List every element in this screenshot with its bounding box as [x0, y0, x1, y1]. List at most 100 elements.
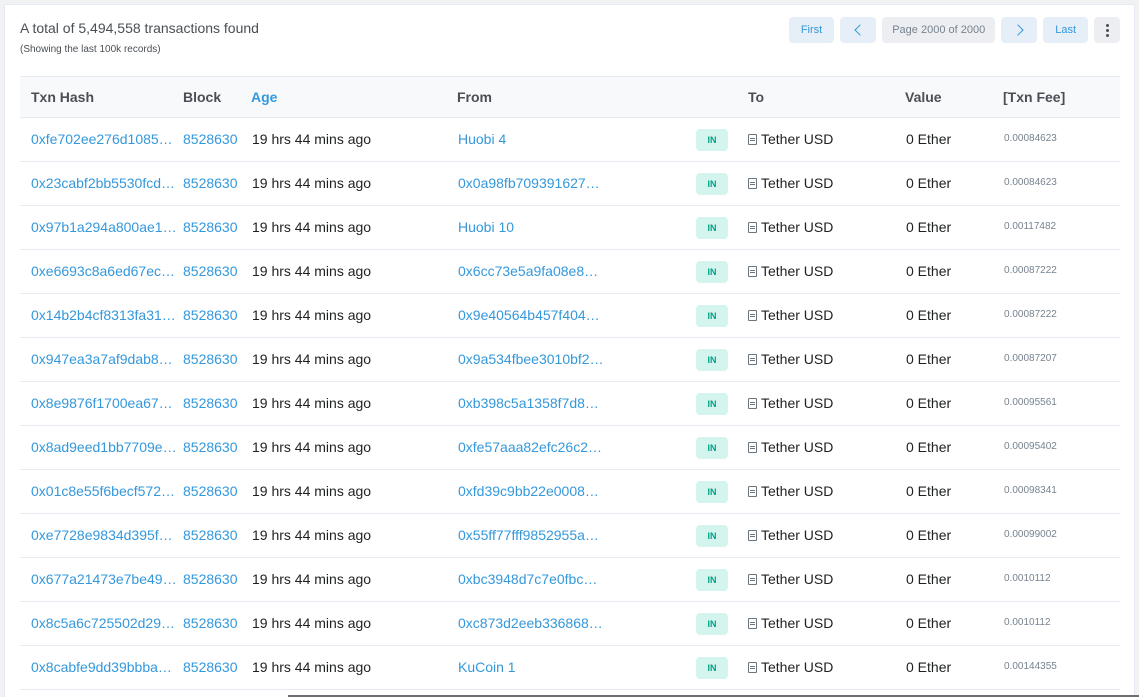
age-text: 19 hrs 44 mins ago	[252, 615, 372, 631]
block-link[interactable]: 8528630	[183, 162, 238, 204]
table-row: 0x8c5a6c725502d29… 8528630 19 hrs 44 mins …	[20, 602, 1120, 646]
from-address-link[interactable]: 0x55ff77fff9852955a…	[458, 514, 599, 556]
txn-fee-text: 0.00117482	[1004, 221, 1057, 232]
more-options-button[interactable]	[1094, 17, 1120, 43]
txn-hash-link[interactable]: 0x947ea3a7af9dab8…	[31, 338, 173, 380]
direction-badge: IN	[696, 525, 728, 547]
from-address-link[interactable]: 0x6cc73e5a9fa08e8…	[458, 250, 598, 292]
block-link[interactable]: 8528630	[183, 118, 238, 160]
block-link[interactable]: 8528630	[183, 646, 238, 688]
txn-hash-link[interactable]: 0x8c5a6c725502d29…	[31, 602, 175, 644]
txn-hash-link[interactable]: 0xe7728e9834d395f…	[31, 514, 173, 556]
block-link[interactable]: 8528630	[183, 250, 238, 292]
direction-badge: IN	[696, 261, 728, 283]
age-text: 19 hrs 44 mins ago	[252, 175, 372, 191]
txn-fee-text: 0.00095561	[1004, 397, 1057, 408]
block-link[interactable]: 8528630	[183, 382, 238, 424]
from-address-link[interactable]: 0x9a534fbee3010bf2…	[458, 338, 604, 380]
to-contract-link[interactable]: Tether USD	[761, 294, 833, 336]
from-address-link[interactable]: 0xbc3948d7c7e0fbc…	[458, 558, 597, 600]
to-contract-link[interactable]: Tether USD	[761, 206, 833, 248]
to-contract-link[interactable]: Tether USD	[761, 250, 833, 292]
age-text: 19 hrs 44 mins ago	[252, 131, 372, 147]
from-address-link[interactable]: Huobi 10	[458, 206, 514, 248]
block-link[interactable]: 8528630	[183, 470, 238, 512]
next-page-button[interactable]	[1001, 17, 1038, 43]
contract-file-icon	[748, 177, 757, 189]
to-contract-link[interactable]: Tether USD	[761, 558, 833, 600]
txn-hash-link[interactable]: 0x8cabfe9dd39bbba…	[31, 646, 172, 688]
header-value: Value	[905, 89, 942, 105]
txn-fee-text: 0.00099002	[1004, 529, 1057, 540]
header-txn-hash: Txn Hash	[31, 89, 95, 105]
table-row: 0x01c8e55f6becf572… 8528630 19 hrs 44 mins…	[20, 470, 1120, 514]
txn-hash-link[interactable]: 0x97b1a294a800ae1…	[31, 206, 177, 248]
block-link[interactable]: 8528630	[183, 558, 238, 600]
header-from: From	[457, 89, 492, 105]
table-row: 0x8ad9eed1bb7709e… 8528630 19 hrs 44 mins …	[20, 426, 1120, 470]
to-contract-link[interactable]: Tether USD	[761, 646, 833, 688]
direction-badge: IN	[696, 129, 728, 151]
block-link[interactable]: 8528630	[183, 426, 238, 468]
direction-badge: IN	[696, 613, 728, 635]
to-contract-link[interactable]: Tether USD	[761, 382, 833, 424]
to-contract: Tether USD	[748, 338, 833, 380]
txn-hash-link[interactable]: 0x677a21473e7be49…	[31, 558, 177, 600]
to-contract-link[interactable]: Tether USD	[761, 162, 833, 204]
txn-hash-link[interactable]: 0x01c8e55f6becf572…	[31, 470, 175, 512]
block-link[interactable]: 8528630	[183, 338, 238, 380]
txn-hash-link[interactable]: 0x8ad9eed1bb7709e…	[31, 426, 177, 468]
to-contract: Tether USD	[748, 162, 833, 204]
block-link[interactable]: 8528630	[183, 294, 238, 336]
to-contract-link[interactable]: Tether USD	[761, 118, 833, 160]
age-text: 19 hrs 44 mins ago	[252, 439, 372, 455]
from-address-link[interactable]: 0xfe57aaa82efc26c2…	[458, 426, 602, 468]
age-text: 19 hrs 44 mins ago	[252, 395, 372, 411]
value-text: 0 Ether	[906, 615, 952, 631]
contract-file-icon	[748, 133, 757, 145]
txn-hash-link[interactable]: 0x14b2b4cf8313fa31…	[31, 294, 176, 336]
to-contract-link[interactable]: Tether USD	[761, 426, 833, 468]
to-contract-link[interactable]: Tether USD	[761, 470, 833, 512]
value-text: 0 Ether	[906, 131, 952, 147]
to-contract-link[interactable]: Tether USD	[761, 602, 833, 644]
header-age-toggle[interactable]: Age	[251, 77, 277, 117]
age-text: 19 hrs 44 mins ago	[252, 307, 372, 323]
direction-badge: IN	[696, 173, 728, 195]
txn-hash-link[interactable]: 0xfe702ee276d1085…	[31, 118, 173, 160]
txn-fee-text: 0.00084623	[1004, 133, 1057, 144]
value-text: 0 Ether	[906, 659, 952, 675]
age-text: 19 hrs 44 mins ago	[252, 571, 372, 587]
table-row: 0x97b1a294a800ae1… 8528630 19 hrs 44 mins …	[20, 206, 1120, 250]
to-contract-link[interactable]: Tether USD	[761, 514, 833, 556]
value-text: 0 Ether	[906, 175, 952, 191]
txn-hash-link[interactable]: 0xe6693c8a6ed67ec…	[31, 250, 175, 292]
block-link[interactable]: 8528630	[183, 206, 238, 248]
from-address-link[interactable]: Huobi 4	[458, 118, 506, 160]
value-text: 0 Ether	[906, 307, 952, 323]
page-indicator: Page 2000 of 2000	[882, 17, 996, 43]
to-contract: Tether USD	[748, 206, 833, 248]
value-text: 0 Ether	[906, 571, 952, 587]
txn-hash-link[interactable]: 0x23cabf2bb5530fcd…	[31, 162, 175, 204]
from-address-link[interactable]: 0x9e40564b457f404…	[458, 294, 600, 336]
from-address-link[interactable]: KuCoin 1	[458, 646, 516, 688]
txn-fee-text: 0.0010112	[1004, 617, 1051, 628]
from-address-link[interactable]: 0xc873d2eeb336868…	[458, 602, 603, 644]
direction-badge: IN	[696, 657, 728, 679]
block-link[interactable]: 8528630	[183, 602, 238, 644]
block-link[interactable]: 8528630	[183, 514, 238, 556]
contract-file-icon	[748, 529, 757, 541]
first-page-button[interactable]: First	[788, 17, 835, 43]
table-row: 0xe7728e9834d395f… 8528630 19 hrs 44 mins …	[20, 514, 1120, 558]
to-contract-link[interactable]: Tether USD	[761, 338, 833, 380]
txn-hash-link[interactable]: 0x8e9876f1700ea67…	[31, 382, 173, 424]
from-address-link[interactable]: 0x0a98fb709391627…	[458, 162, 600, 204]
previous-page-button[interactable]	[840, 17, 877, 43]
direction-badge: IN	[696, 437, 728, 459]
age-text: 19 hrs 44 mins ago	[252, 527, 372, 543]
last-page-button[interactable]: Last	[1043, 17, 1088, 43]
from-address-link[interactable]: 0xb398c5a1358f7d8…	[458, 382, 599, 424]
txn-fee-text: 0.00098341	[1004, 485, 1057, 496]
from-address-link[interactable]: 0xfd39c9bb22e0008…	[458, 470, 599, 512]
